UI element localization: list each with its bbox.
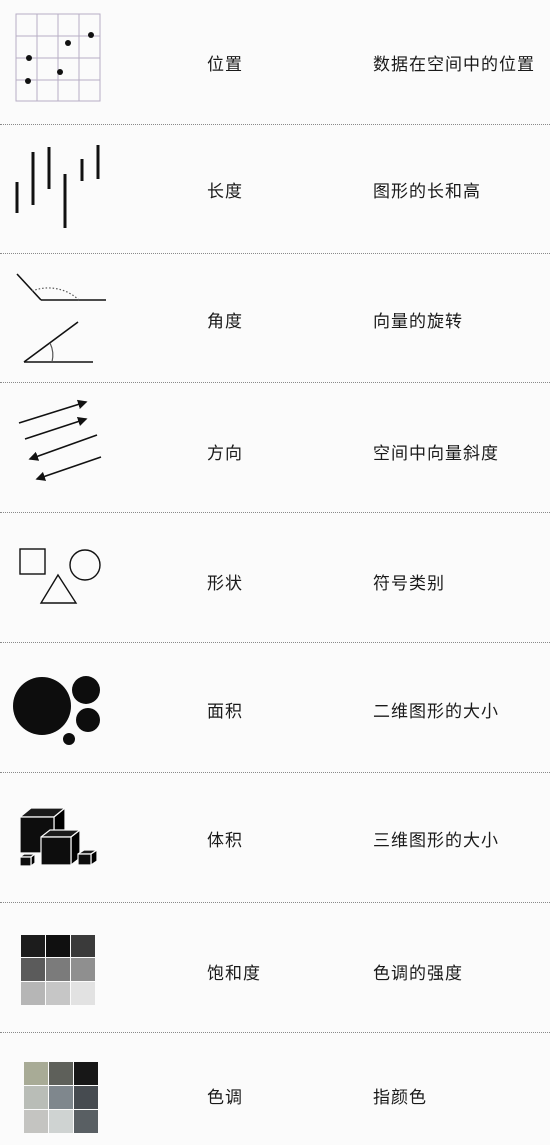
angle-icon [0, 254, 120, 383]
table-row: 长度 图形的长和高 [0, 125, 550, 254]
channel-name: 面积 [207, 702, 243, 722]
channel-description: 图形的长和高 [373, 182, 481, 202]
hue-swatches-icon [0, 1033, 120, 1145]
table-row: 饱和度 色调的强度 [0, 903, 550, 1033]
table-row: 色调 指颜色 [0, 1033, 550, 1145]
channel-description: 色调的强度 [373, 964, 463, 984]
channel-name: 位置 [207, 55, 243, 75]
table-row: 形状 符号类别 [0, 513, 550, 643]
table-row: 面积 二维图形的大小 [0, 643, 550, 773]
table-row: 角度 向量的旋转 [0, 254, 550, 383]
channel-description: 空间中向量斜度 [373, 444, 499, 464]
table-row: 方向 空间中向量斜度 [0, 383, 550, 513]
saturation-swatches-icon [0, 903, 120, 1033]
channel-name: 长度 [207, 182, 243, 202]
channel-name: 体积 [207, 831, 243, 851]
channel-name: 形状 [207, 574, 243, 594]
channel-name: 色调 [207, 1088, 243, 1108]
channel-description: 数据在空间中的位置 [373, 55, 535, 75]
channel-name: 饱和度 [207, 964, 261, 984]
direction-arrows-icon [0, 383, 120, 513]
channel-description: 符号类别 [373, 574, 445, 594]
channel-description: 指颜色 [373, 1088, 427, 1108]
channel-name: 角度 [207, 312, 243, 332]
channel-description: 三维图形的大小 [373, 831, 499, 851]
area-circles-icon [0, 643, 120, 773]
table-row: 体积 三维图形的大小 [0, 773, 550, 903]
channel-description: 向量的旋转 [373, 312, 463, 332]
visual-encoding-table: 位置 数据在空间中的位置 长度 图形的长和高 角度 向量的旋转 方向 空间中向量… [0, 0, 550, 1145]
volume-cubes-icon [0, 773, 120, 903]
table-row: 位置 数据在空间中的位置 [0, 0, 550, 125]
channel-description: 二维图形的大小 [373, 702, 499, 722]
length-bars-icon [0, 125, 120, 254]
channel-name: 方向 [207, 444, 243, 464]
position-grid-icon [0, 0, 120, 125]
shapes-icon [0, 513, 120, 643]
